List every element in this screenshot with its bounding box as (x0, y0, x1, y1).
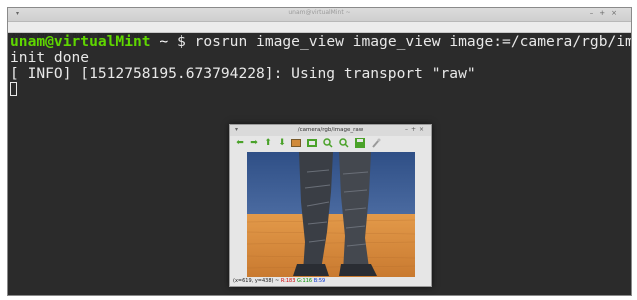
pixel-green-value: G:116 (297, 278, 313, 284)
pixel-blue-value: B:59 (313, 278, 326, 284)
close-icon[interactable]: × (611, 9, 623, 17)
image-view-window[interactable]: ▾ /camera/rgb/image_raw –+× ⬅ ➡ ⬆ ⬇ (x=6… (229, 124, 432, 287)
zoom-out-icon[interactable] (339, 138, 349, 148)
terminal-menubar: Archivo Editar Ver Buscar Terminal Ayuda (8, 22, 631, 39)
down-arrow-icon[interactable]: ⬇ (277, 138, 287, 148)
maximize-icon[interactable]: + (411, 126, 419, 133)
pixel-coords: (x=619, y=438) ~ (233, 278, 281, 284)
output-line: [ INFO] [1512758195.673794228]: Using tr… (10, 65, 476, 82)
image-view-title: /camera/rgb/image_raw (297, 127, 364, 133)
clear-icon[interactable] (371, 138, 381, 148)
command-line: unam@virtualMint ~ $ rosrun image_view i… (10, 34, 631, 50)
text-cursor (10, 82, 17, 96)
close-icon[interactable]: × (419, 126, 427, 133)
back-arrow-icon[interactable]: ⬅ (235, 138, 245, 148)
prompt-symbol: $ (176, 33, 186, 50)
terminal-title: unam@virtualMint ~ (288, 9, 351, 16)
save-icon[interactable] (355, 138, 365, 148)
prompt-user: unam@virtualMint (10, 33, 151, 50)
output-line: init done (10, 49, 90, 66)
pixel-red-value: R:183 (280, 278, 296, 284)
forward-arrow-icon[interactable]: ➡ (249, 138, 259, 148)
command-text: rosrun image_view image_view image:=/cam… (194, 33, 632, 50)
image-view-statusbar: (x=619, y=438) ~ R:183 G:116 B:59 (233, 278, 325, 284)
fit-window-icon[interactable] (307, 138, 317, 148)
image-view-titlebar[interactable]: ▾ /camera/rgb/image_raw –+× (230, 125, 431, 136)
maximize-icon[interactable]: + (599, 9, 611, 17)
image-icon[interactable] (291, 138, 301, 148)
terminal-titlebar[interactable]: ▾ unam@virtualMint ~ –+× (8, 8, 631, 22)
zoom-in-icon[interactable] (323, 138, 333, 148)
prompt-dir: ~ (150, 33, 177, 50)
camera-image[interactable] (247, 152, 415, 277)
minimize-icon[interactable]: – (590, 9, 600, 17)
up-arrow-icon[interactable]: ⬆ (263, 138, 273, 148)
